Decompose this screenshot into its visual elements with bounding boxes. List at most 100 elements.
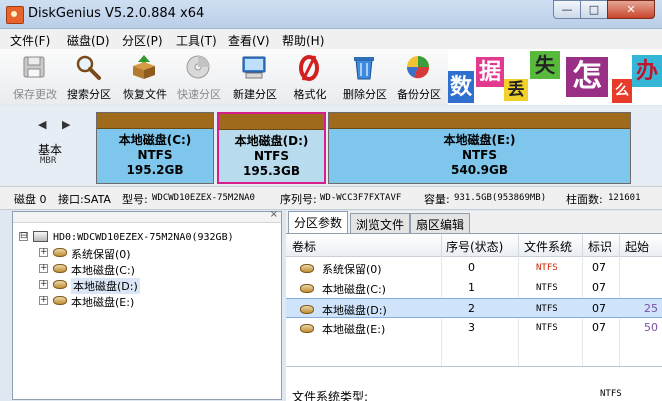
partition-cap: [219, 114, 324, 130]
tree-node-partition[interactable]: + 本地磁盘(E:): [13, 293, 281, 309]
menu-help[interactable]: 帮助(H): [282, 32, 324, 49]
column-header[interactable]: 序号(状态): [446, 238, 503, 255]
table-row[interactable]: 系统保留(0) 0 NTFS 07: [286, 258, 662, 278]
model-label: 型号:: [122, 193, 148, 206]
recover-box-icon: [133, 55, 155, 79]
recover-files-button[interactable]: 恢复文件: [118, 49, 172, 105]
menu-file[interactable]: 文件(F): [10, 32, 50, 49]
close-button[interactable]: ✕: [607, 0, 655, 19]
partition-name: 本地磁盘(E:): [443, 133, 516, 147]
toolbar-label: 搜索分区: [67, 88, 111, 101]
partition-size: 195.3GB: [243, 164, 300, 178]
toolbar-label: 备份分区: [397, 88, 441, 101]
toolbar-label: 保存更改: [13, 88, 57, 101]
menu-view[interactable]: 查看(V): [228, 32, 270, 49]
promo-banner[interactable]: 数 据 丢 失 怎 么 办: [448, 49, 662, 105]
partition-icon: [53, 264, 67, 273]
tree-node-hd0[interactable]: ⊟ HD0:WDCWD10EZEX-75M2NA0(932GB): [13, 229, 281, 245]
table-header: 卷标 序号(状态) 文件系统 标识 起始: [286, 234, 662, 257]
banner-char: 么: [612, 79, 632, 103]
close-panel-icon[interactable]: ×: [270, 209, 278, 220]
cell-start: 50: [644, 321, 658, 334]
banner-char: 数: [448, 71, 474, 103]
hard-disk-icon: [33, 231, 48, 242]
menu-tools[interactable]: 工具(T): [176, 32, 217, 49]
tree-node-partition[interactable]: + 系统保留(0): [13, 245, 281, 261]
partition-table: 卷标 序号(状态) 文件系统 标识 起始 系统保留(0) 0 NTFS 07 本…: [286, 233, 662, 401]
partition-fs: NTFS: [137, 148, 173, 162]
cell-start: 25: [644, 302, 658, 315]
expand-icon[interactable]: +: [39, 248, 48, 257]
fs-type-label: 文件系统类型:: [292, 390, 369, 401]
partition-icon: [300, 284, 314, 293]
table-row[interactable]: 本地磁盘(E:) 3 NTFS 07 50: [286, 318, 662, 338]
delete-bin-icon: [354, 57, 374, 80]
new-partition-button[interactable]: 新建分区: [228, 49, 282, 105]
delete-partition-button[interactable]: 删除分区: [338, 49, 392, 105]
column-header[interactable]: 卷标: [292, 238, 316, 255]
expand-icon[interactable]: +: [39, 296, 48, 305]
disk-capacity: 931.5GB(953869MB): [454, 193, 547, 203]
disk-interface: 接口:SATA: [58, 193, 111, 206]
quick-partition-button[interactable]: 快速分区: [172, 49, 226, 105]
window-title: DiskGenius V5.2.0.884 x64: [28, 6, 205, 21]
banner-char: 据: [476, 57, 504, 87]
quick-partition-disk-icon: [186, 55, 210, 79]
tab-sector-editor[interactable]: 扇区编辑: [410, 213, 471, 233]
table-row[interactable]: 本地磁盘(C:) 1 NTFS 07: [286, 278, 662, 298]
expand-icon[interactable]: +: [39, 280, 48, 289]
collapse-icon[interactable]: ⊟: [19, 232, 28, 241]
format-red-icon: [299, 55, 319, 81]
save-changes-button[interactable]: 保存更改: [8, 49, 62, 105]
title-bar: DiskGenius V5.2.0.884 x64 — □ ✕: [0, 0, 662, 29]
menu-disk[interactable]: 磁盘(D): [67, 32, 110, 49]
minimize-button[interactable]: —: [553, 0, 581, 19]
partition-name: 本地磁盘(C:): [118, 133, 192, 147]
cell-label: 本地磁盘(E:): [322, 323, 386, 336]
cell-id: 07: [592, 321, 606, 334]
partition-size: 540.9GB: [451, 163, 508, 177]
cell-fs: NTFS: [536, 263, 558, 273]
column-header[interactable]: 文件系统: [524, 238, 572, 255]
toolbar-label: 恢复文件: [123, 88, 167, 101]
cell-fs: NTFS: [536, 323, 558, 333]
table-row-selected[interactable]: 本地磁盘(D:) 2 NTFS 07 25: [286, 298, 662, 318]
partition-icon: [53, 248, 67, 257]
partition-block-e[interactable]: 本地磁盘(E:) NTFS 540.9GB: [328, 112, 631, 184]
divider: [286, 366, 662, 367]
tab-browse-files[interactable]: 浏览文件: [350, 213, 411, 233]
cell-label: 系统保留(0): [322, 263, 382, 276]
tree-node-label: 本地磁盘(C:): [71, 264, 135, 277]
menu-partition[interactable]: 分区(P): [122, 32, 163, 49]
search-partition-button[interactable]: 搜索分区: [62, 49, 116, 105]
column-header[interactable]: 标识: [588, 238, 612, 255]
cell-id: 07: [592, 302, 606, 315]
tree-node-partition[interactable]: + 本地磁盘(C:): [13, 261, 281, 277]
partition-size: 195.2GB: [126, 163, 184, 177]
cell-label: 本地磁盘(D:): [322, 304, 387, 317]
tree-node-partition[interactable]: + 本地磁盘(D:): [13, 277, 281, 294]
backup-partition-button[interactable]: 备份分区: [392, 49, 446, 105]
partition-block-c[interactable]: 本地磁盘(C:) NTFS 195.2GB: [96, 112, 214, 184]
cell-label: 本地磁盘(C:): [322, 283, 386, 296]
column-header[interactable]: 起始: [625, 238, 649, 255]
cell-fs: NTFS: [536, 283, 558, 293]
maximize-button[interactable]: □: [580, 0, 608, 19]
cell-index: 3: [468, 321, 475, 334]
backup-pie-icon: [406, 56, 430, 79]
disk-model: WDCWD10EZEX-75M2NA0: [152, 193, 255, 203]
tab-partition-params[interactable]: 分区参数: [288, 211, 349, 234]
partition-cap: [329, 113, 630, 129]
banner-char: 丢: [504, 79, 528, 101]
serial-label: 序列号:: [280, 193, 317, 206]
cell-fs: NTFS: [536, 304, 558, 314]
app-icon: [6, 6, 24, 24]
banner-char: 办: [632, 55, 662, 87]
cell-index: 1: [468, 281, 475, 294]
menu-bar: 文件(F) 磁盘(D) 分区(P) 工具(T) 查看(V) 帮助(H): [0, 29, 662, 49]
format-button[interactable]: 格式化: [283, 49, 337, 105]
toolbar-label: 格式化: [293, 88, 327, 101]
partition-block-d[interactable]: 本地磁盘(D:) NTFS 195.3GB: [217, 112, 326, 184]
expand-icon[interactable]: +: [39, 264, 48, 273]
disk-nav-arrows[interactable]: ◀ ▶: [38, 118, 76, 131]
